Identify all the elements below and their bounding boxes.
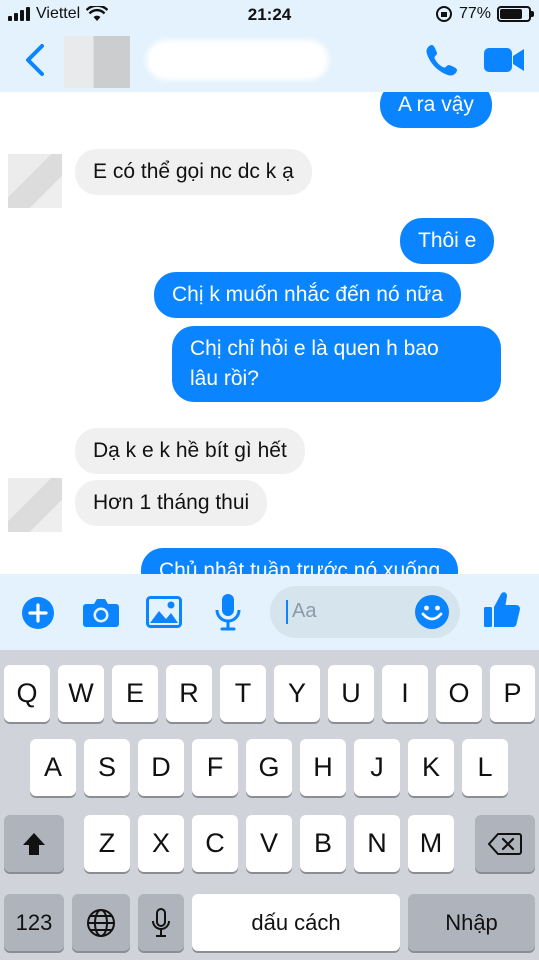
message-bubble-incoming[interactable]: Hơn 1 tháng thui	[75, 480, 268, 526]
video-camera-icon[interactable]	[482, 44, 526, 76]
chat-header	[0, 30, 539, 92]
backspace-key[interactable]	[475, 815, 535, 872]
microphone-icon	[152, 907, 170, 937]
thumbs-up-icon[interactable]	[482, 590, 522, 630]
dictation-key[interactable]	[138, 894, 184, 951]
message-line: lâu rồi?	[190, 367, 259, 390]
return-key[interactable]: Nhập	[408, 894, 535, 951]
key-e[interactable]: E	[112, 665, 158, 722]
key-f[interactable]: F	[192, 739, 238, 796]
message-input-placeholder: Aa	[292, 600, 317, 622]
key-g[interactable]: G	[246, 739, 292, 796]
text-caret	[286, 600, 288, 624]
battery-fill	[500, 9, 522, 19]
phone-icon[interactable]	[424, 42, 460, 78]
plus-icon[interactable]	[21, 596, 55, 630]
orientation-lock-icon	[435, 6, 452, 22]
contact-avatar-small[interactable]	[8, 478, 62, 532]
battery-icon	[497, 6, 534, 22]
key-a[interactable]: A	[30, 739, 76, 796]
message-bubble-incoming[interactable]: E có thể gọi nc dc k ạ	[75, 149, 312, 195]
key-z[interactable]: Z	[84, 815, 130, 872]
status-bar: Viettel 21:24 77%	[0, 0, 539, 30]
message-bubble-outgoing[interactable]: Thôi e	[400, 218, 495, 264]
key-m[interactable]: M	[408, 815, 454, 872]
key-o[interactable]: O	[436, 665, 482, 722]
numbers-key[interactable]: 123	[4, 894, 64, 951]
key-s[interactable]: S	[84, 739, 130, 796]
battery-percent: 77%	[458, 5, 491, 22]
contact-name-redacted[interactable]	[150, 44, 325, 76]
backspace-icon	[488, 832, 522, 855]
message-line: Chị chỉ hỏi e là quen h bao	[190, 337, 439, 360]
microphone-icon[interactable]	[214, 592, 242, 632]
globe-icon	[87, 908, 115, 937]
key-w[interactable]: W	[58, 665, 104, 722]
emoji-icon[interactable]	[414, 594, 450, 630]
key-v[interactable]: V	[246, 815, 292, 872]
message-bubble-outgoing[interactable]: A ra vậy	[380, 92, 492, 128]
message-bubble-outgoing-multiline[interactable]: Chị chỉ hỏi e là quen h bao lâu rồi?	[172, 326, 501, 402]
key-x[interactable]: X	[138, 815, 184, 872]
key-i[interactable]: I	[382, 665, 428, 722]
shift-arrow-icon	[23, 832, 45, 855]
camera-icon[interactable]	[82, 596, 120, 628]
key-n[interactable]: N	[354, 815, 400, 872]
keyboard: Q W E R T Y U I O P A S D F G H J K L Z …	[0, 650, 539, 960]
message-bubble-incoming[interactable]: Dạ k e k hề bít gì hết	[75, 428, 305, 474]
key-y[interactable]: Y	[274, 665, 320, 722]
contact-avatar-small[interactable]	[8, 154, 62, 208]
status-right: 77%	[435, 5, 534, 23]
key-r[interactable]: R	[166, 665, 212, 722]
key-c[interactable]: C	[192, 815, 238, 872]
key-b[interactable]: B	[300, 815, 346, 872]
shift-key[interactable]	[4, 815, 64, 872]
chevron-left-icon[interactable]	[20, 42, 50, 78]
key-l[interactable]: L	[462, 739, 508, 796]
key-k[interactable]: K	[408, 739, 454, 796]
key-u[interactable]: U	[328, 665, 374, 722]
key-j[interactable]: J	[354, 739, 400, 796]
key-t[interactable]: T	[220, 665, 266, 722]
globe-key[interactable]	[72, 894, 130, 951]
key-d[interactable]: D	[138, 739, 184, 796]
composer-bar: Aa	[0, 574, 539, 650]
key-p[interactable]: P	[490, 665, 535, 722]
contact-avatar[interactable]	[64, 36, 130, 88]
space-key[interactable]: dấu cách	[192, 894, 400, 951]
message-list[interactable]: A ra vậy E có thể gọi nc dc k ạ Thôi e C…	[0, 92, 539, 574]
key-q[interactable]: Q	[4, 665, 50, 722]
key-h[interactable]: H	[300, 739, 346, 796]
message-bubble-outgoing[interactable]: Chủ nhật tuần trước nó xuống	[141, 548, 459, 574]
image-icon[interactable]	[146, 596, 182, 628]
message-bubble-outgoing[interactable]: Chị k muốn nhắc đến nó nữa	[154, 272, 461, 318]
